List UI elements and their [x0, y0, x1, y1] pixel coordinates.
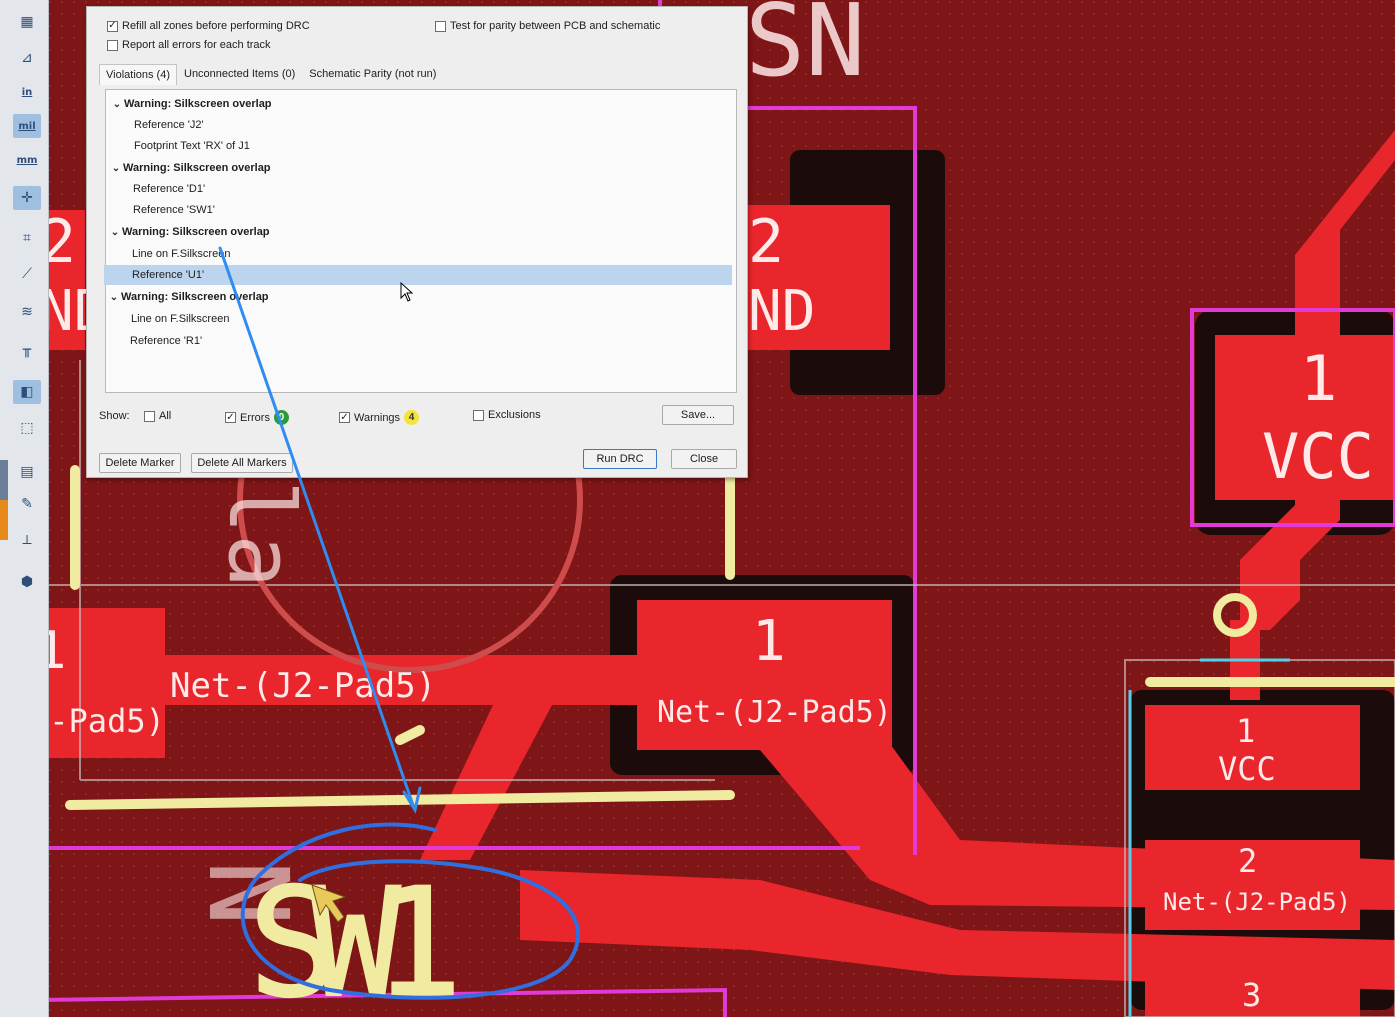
conn-pin-3-number: 3 — [1242, 976, 1261, 1014]
cursor-shape-icon[interactable]: ✛ — [13, 186, 41, 210]
refill-zones-option[interactable]: ✓ Refill all zones before performing DRC — [107, 20, 310, 32]
violation-item-label: Footprint Text 'RX' of J1 — [134, 140, 250, 152]
ratsnest-icon[interactable]: ⌗ — [13, 226, 41, 250]
tab-schematic-parity[interactable]: Schematic Parity (not run) — [302, 63, 443, 85]
rotated-silk-text: la — [208, 480, 313, 588]
violation-item[interactable]: Reference 'SW1' — [133, 200, 753, 220]
violation-item[interactable]: Line on F.Silkscreen — [132, 244, 752, 264]
pad-outline-icon[interactable]: ╥ — [13, 338, 41, 362]
trace-net-label: Net-(J2-Pad5) — [170, 666, 436, 706]
show-all-label: All — [159, 410, 172, 422]
violation-item-selected[interactable]: Reference 'U1' — [104, 265, 732, 285]
violation-item-label: Reference 'D1' — [133, 183, 206, 195]
violation-item[interactable]: Reference 'J2' — [134, 115, 754, 135]
track-outline-icon[interactable]: ⟋ — [13, 262, 41, 286]
chevron-down-icon[interactable]: ⌄ — [107, 288, 121, 308]
conn-pin-1-net: VCC — [1218, 750, 1276, 788]
pad-vcc-number: 1 — [1300, 342, 1337, 415]
violation-group[interactable]: ⌄ Warning: Silkscreen overlap — [107, 287, 727, 307]
violation-group[interactable]: ⌄ Warning: Silkscreen overlap — [109, 158, 729, 178]
zone-fill-icon[interactable]: ◧ — [13, 380, 41, 404]
show-errors-option[interactable]: ✓ Errors 0 — [225, 410, 289, 425]
conn-pin-1-number: 1 — [1236, 712, 1255, 750]
show-errors-checkbox[interactable]: ✓ — [225, 412, 236, 423]
violation-item[interactable]: Footprint Text 'RX' of J1 — [134, 136, 754, 156]
chevron-down-icon[interactable]: ⌄ — [108, 223, 122, 243]
report-all-errors-label: Report all errors for each track — [122, 39, 271, 51]
errors-count-badge: 0 — [273, 410, 289, 425]
pad-vcc-net: VCC — [1262, 420, 1374, 493]
report-all-errors-option[interactable]: Report all errors for each track — [107, 39, 271, 51]
violation-item-label: Reference 'R1' — [130, 335, 203, 347]
conn-pin-2-net: Net-(J2-Pad5) — [1163, 888, 1351, 916]
report-all-errors-checkbox[interactable] — [107, 39, 118, 51]
violation-item[interactable]: Line on F.Silkscreen — [131, 309, 751, 329]
grid-icon[interactable]: ▦ — [13, 10, 41, 34]
dialog-tabs: Violations (4) Unconnected Items (0) Sch… — [99, 61, 443, 85]
violation-group[interactable]: ⌄ Warning: Silkscreen overlap — [110, 94, 730, 114]
tab-violations[interactable]: Violations (4) — [99, 64, 177, 85]
close-button[interactable]: Close — [671, 449, 737, 469]
board-top-letters: SN — [745, 0, 865, 99]
warnings-count-badge: 4 — [404, 410, 420, 425]
violation-title: Warning: Silkscreen overlap — [123, 162, 271, 174]
violation-title: Warning: Silkscreen overlap — [124, 98, 272, 110]
violation-item[interactable]: Reference 'D1' — [133, 179, 753, 199]
conn-pin-2-number: 2 — [1238, 842, 1257, 880]
left-toolbar: ▦ ⊿ in mil mm ✛ ⌗ ⟋ ≋ ╥ ◧ ⬚ ▤ ✎ ⟂ ⬢ — [0, 0, 49, 1017]
show-exclusions-checkbox[interactable] — [473, 409, 484, 421]
show-all-option[interactable]: All — [144, 410, 171, 422]
center-pad-net: Net-(J2-Pad5) — [657, 695, 892, 730]
center-pad-number: 1 — [752, 609, 786, 674]
violation-item-label: Reference 'U1' — [132, 269, 205, 281]
show-exclusions-option[interactable]: Exclusions — [473, 409, 541, 421]
show-errors-label: Errors — [240, 411, 270, 424]
run-drc-button[interactable]: Run DRC — [583, 449, 657, 469]
pad-j2-net: ND — [748, 279, 815, 344]
refill-zones-checkbox[interactable]: ✓ — [107, 20, 118, 32]
polar-coords-icon[interactable]: ⊿ — [13, 46, 41, 70]
show-label-row: Show: — [99, 410, 130, 422]
test-parity-label: Test for parity between PCB and schemati… — [450, 20, 661, 32]
left-pad-net: 2-Pad5) — [30, 702, 165, 740]
delete-all-markers-button[interactable]: Delete All Markers — [191, 453, 293, 473]
pad-j2-number: 2 — [748, 207, 784, 277]
highlight-net-icon[interactable]: ✎ — [13, 492, 41, 516]
mouse-pointer-icon — [400, 282, 414, 302]
unit-mil-button[interactable]: mil — [13, 114, 41, 138]
unit-inch-button[interactable]: in — [13, 80, 41, 104]
refill-zones-label: Refill all zones before performing DRC — [122, 20, 310, 32]
violation-item-label: Reference 'SW1' — [133, 204, 215, 216]
show-warnings-option[interactable]: ✓ Warnings 4 — [339, 410, 420, 425]
sw1-reference: SW1 — [248, 857, 454, 1017]
violation-group[interactable]: ⌄ Warning: Silkscreen overlap — [108, 222, 728, 242]
show-all-checkbox[interactable] — [144, 410, 155, 422]
violation-title: Warning: Silkscreen overlap — [121, 291, 269, 303]
test-parity-option[interactable]: Test for parity between PCB and schemati… — [435, 20, 660, 32]
show-warnings-checkbox[interactable]: ✓ — [339, 412, 350, 423]
violation-item[interactable]: Reference 'R1' — [130, 331, 750, 351]
save-button[interactable]: Save... — [662, 405, 734, 425]
chevron-down-icon[interactable]: ⌄ — [110, 95, 124, 115]
show-warnings-label: Warnings — [354, 411, 401, 424]
show-label: Show: — [99, 410, 130, 422]
layers-icon[interactable]: ▤ — [13, 460, 41, 484]
violation-title: Warning: Silkscreen overlap — [122, 226, 270, 238]
delete-marker-button[interactable]: Delete Marker — [99, 453, 181, 473]
3d-view-icon[interactable]: ⬢ — [13, 570, 41, 594]
violation-item-label: Reference 'J2' — [134, 119, 204, 131]
via-outline-icon[interactable]: ≋ — [13, 300, 41, 324]
violation-item-label: Line on F.Silkscreen — [131, 313, 230, 325]
test-parity-checkbox[interactable] — [435, 20, 446, 32]
violations-list[interactable]: ⌄ Warning: Silkscreen overlap Reference '… — [104, 89, 737, 393]
show-exclusions-label: Exclusions — [488, 409, 541, 421]
tab-unconnected-items[interactable]: Unconnected Items (0) — [177, 63, 302, 85]
drc-dialog: ✓ Refill all zones before performing DRC… — [86, 6, 748, 478]
measure-icon[interactable]: ⟂ — [13, 528, 41, 552]
unit-mm-button[interactable]: mm — [13, 148, 41, 172]
chevron-down-icon[interactable]: ⌄ — [109, 159, 123, 179]
violation-item-label: Line on F.Silkscreen — [132, 248, 231, 260]
zone-outline-icon[interactable]: ⬚ — [13, 416, 41, 440]
toolbar-strip-accent — [0, 500, 8, 540]
